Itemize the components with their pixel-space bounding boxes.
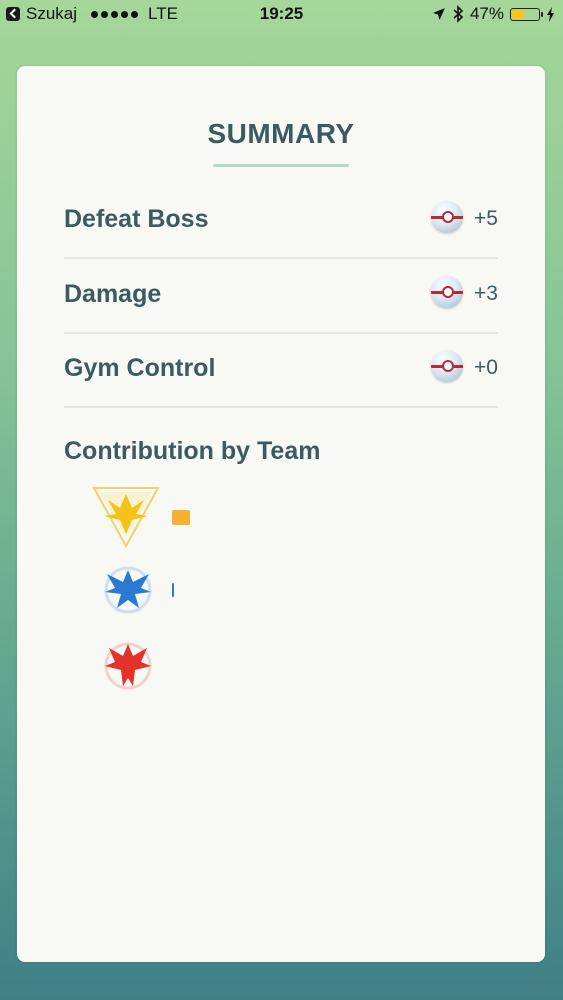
- premier-ball-icon: [431, 276, 463, 308]
- charging-bolt-icon: [547, 6, 554, 22]
- team-mystic-icon: [104, 566, 152, 614]
- battery-percent: 47%: [469, 4, 504, 23]
- summary-title: SUMMARY: [207, 118, 355, 149]
- location-arrow-icon: [432, 8, 445, 20]
- reward-value: +5: [474, 207, 498, 230]
- reward-value: +0: [474, 356, 498, 379]
- reward-row-damage: Damage +3: [64, 260, 498, 334]
- reward-label: Damage: [64, 280, 162, 308]
- reward-row-defeat-boss: Defeat Boss +5: [64, 185, 498, 259]
- premier-ball-icon: [431, 201, 463, 233]
- row-divider: [64, 406, 498, 408]
- reward-value: +3: [474, 282, 498, 305]
- reward-row-gym-control: Gym Control +0: [64, 334, 498, 408]
- title-underline: [213, 164, 349, 167]
- status-right: 47%: [432, 4, 555, 24]
- contribution-title: Contribution by Team: [64, 437, 321, 465]
- team-valor-icon: [104, 642, 152, 690]
- team-mystic-bar: [172, 583, 174, 597]
- reward-label: Gym Control: [64, 354, 216, 382]
- battery-fill: [512, 9, 524, 19]
- summary-card: SUMMARY Defeat Boss +5 Damage +3 Gym Con…: [17, 66, 545, 962]
- status-bar: Szukaj LTE 19:25 47%: [0, 0, 563, 30]
- battery-icon: [510, 7, 543, 21]
- row-divider: [64, 257, 498, 259]
- team-instinct-bar: [172, 510, 190, 525]
- reward-label: Defeat Boss: [64, 205, 209, 233]
- bluetooth-icon: [453, 5, 464, 23]
- premier-ball-icon: [431, 350, 463, 382]
- team-instinct-icon: [92, 487, 160, 549]
